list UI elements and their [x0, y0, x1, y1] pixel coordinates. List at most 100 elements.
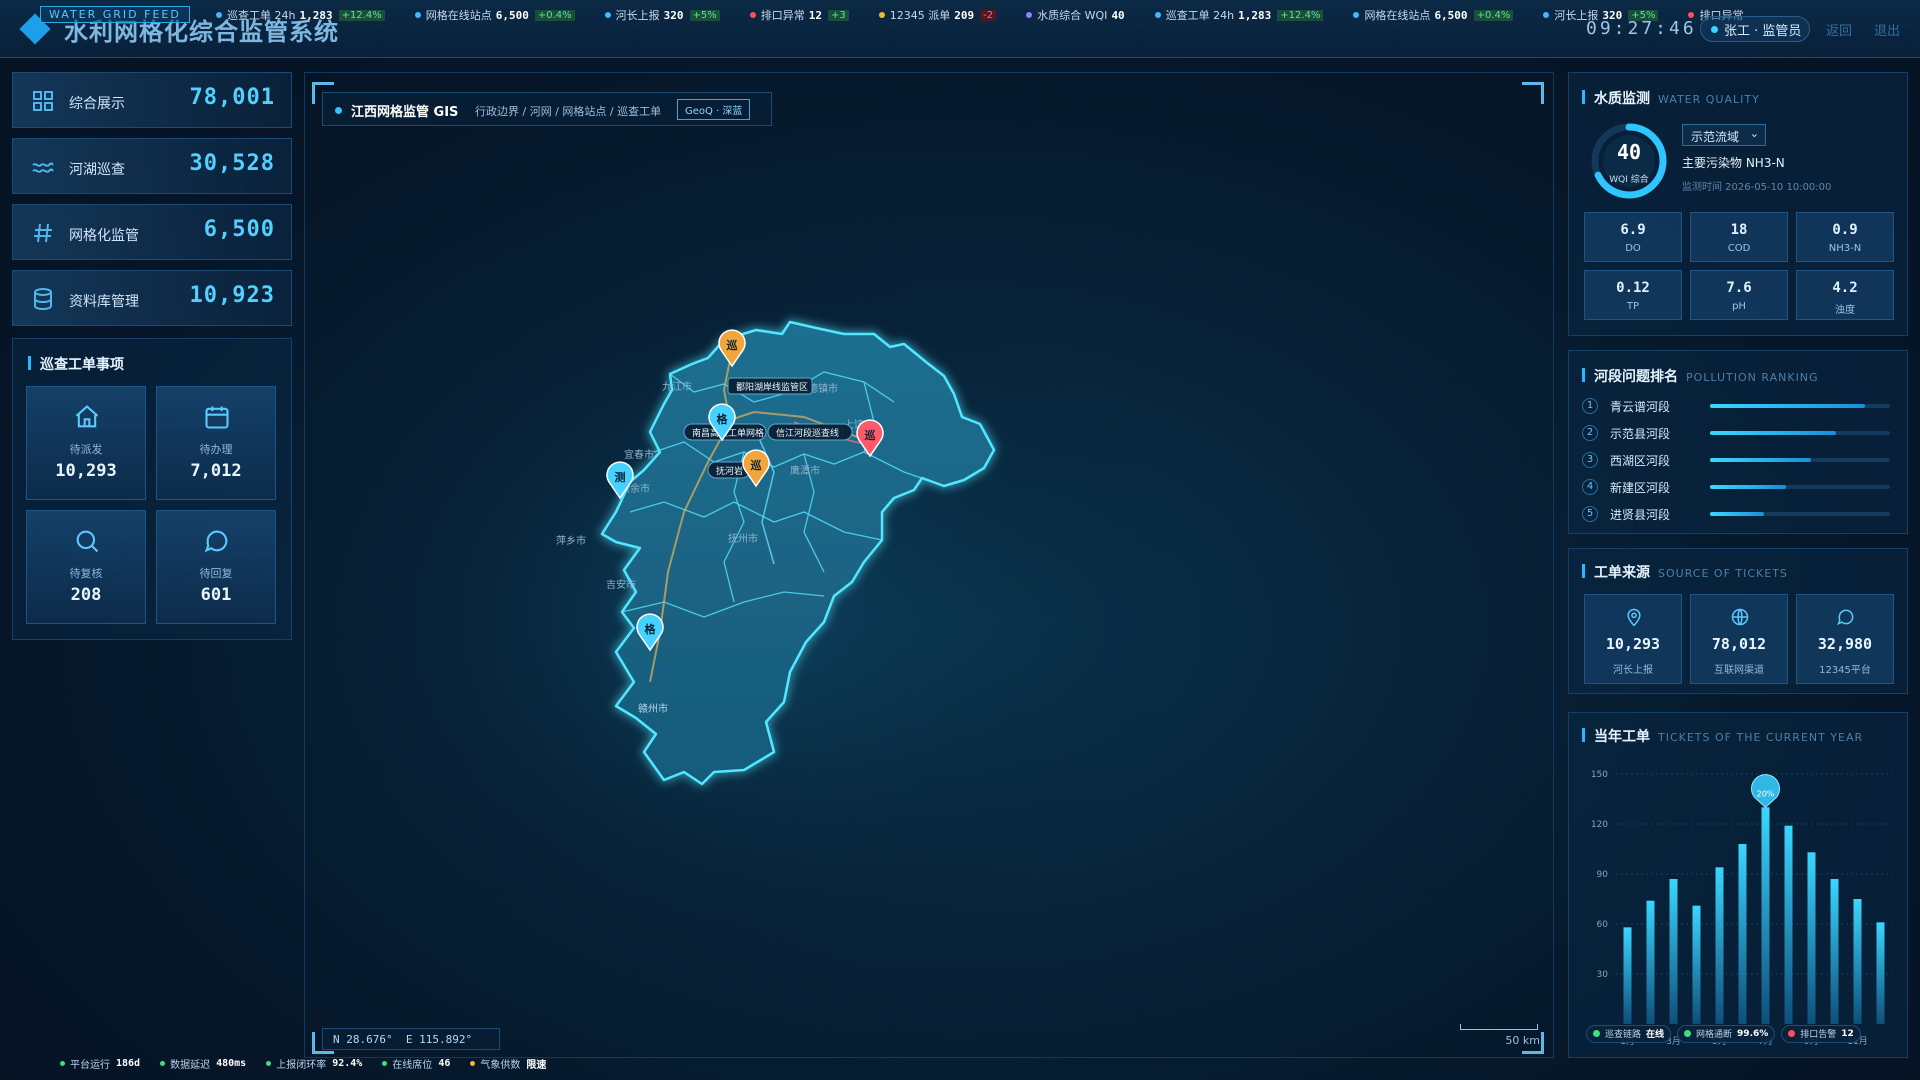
map-breadcrumb: 行政边界 / 河网 / 网格站点 / 巡查工单 — [475, 105, 662, 118]
main-pollutant: 主要污染物 NH3-N — [1682, 156, 1785, 170]
user-menu[interactable]: 张工 · 监管员 — [1700, 16, 1810, 42]
city-label: 九江市 — [662, 380, 692, 393]
legend-item: 巡查链路 在线 — [1586, 1024, 1672, 1043]
water-metric-card: 0.9 NH3-N — [1796, 212, 1894, 262]
rank-number: 1 — [1582, 398, 1598, 414]
y-tick-label: 120 — [1591, 820, 1608, 830]
ticker-dot-icon — [749, 12, 756, 18]
ticker: 巡查工单 24h 1,283 +12.4% 网格在线站点 6,500 +0.4% 河长上报 3… — [216, 7, 1746, 23]
city-label: 抚州市 — [728, 532, 758, 545]
bar-10月 — [1830, 879, 1839, 1024]
water-quality-title: 水质监测 WATER QUALITY — [1582, 88, 1760, 108]
monitor-time: 监测时间 2026-05-10 10:00:00 — [1682, 182, 1832, 193]
work-order-tile[interactable]: 待办理 7,012 — [156, 386, 276, 500]
rank-number: 2 — [1582, 425, 1598, 441]
ticker-dot-icon — [604, 12, 611, 18]
nav-card-label: 资料库管理 — [69, 294, 139, 310]
status-dot-icon — [470, 1061, 476, 1066]
ticker-dot-icon — [216, 12, 222, 18]
legend-label: 网格通断 — [1696, 1030, 1733, 1040]
status-item: 平台运行 186d — [60, 1056, 140, 1071]
metric-value: 0.12 — [1616, 280, 1650, 296]
bar-5月 — [1715, 867, 1724, 1024]
status-item: 上报闭环率 92.4% — [266, 1056, 362, 1071]
ticker-value: 6,500 — [1434, 8, 1468, 22]
scale-bar: 50 km — [1460, 1024, 1540, 1047]
rank-name: 西湖区河段 — [1610, 454, 1671, 468]
work-order-value: 208 — [70, 585, 102, 605]
bar-2月 — [1646, 900, 1655, 1024]
ticker-item: 排口异常 12 +3 — [749, 7, 849, 23]
basemap-source-button[interactable]: GeoQ · 深蓝 — [677, 99, 751, 120]
ranking-row[interactable]: 5 进贤县河段 — [1582, 504, 1892, 522]
hash-icon — [31, 221, 55, 245]
nav-card-label: 河湖巡查 — [69, 162, 125, 178]
nav-card-2[interactable]: 河湖巡查 30,528 — [12, 138, 292, 194]
ranking-title: 河段问题排名 POLLUTION RANKING — [1582, 366, 1819, 386]
ranking-row[interactable]: 2 示范县河段 — [1582, 423, 1892, 441]
source-card[interactable]: 10,293 河长上报 — [1584, 594, 1682, 684]
back-link[interactable]: 返回 — [1826, 20, 1852, 39]
status-item: 在线席位 46 — [382, 1056, 450, 1071]
status-label: 上报闭环率 — [276, 1060, 327, 1071]
basin-select[interactable]: 示范流域 ⌄ — [1682, 124, 1766, 146]
metric-value: 7.6 — [1726, 280, 1752, 296]
ticker-item: 巡查工单 24h 1,283 +12.4% — [216, 7, 385, 23]
metric-value: 6.9 — [1620, 222, 1646, 238]
marker-glyph: 巡 — [751, 458, 762, 472]
metric-label: COD — [1727, 243, 1751, 254]
ranking-row[interactable]: 1 青云谱河段 — [1582, 396, 1892, 414]
legend-dot-icon — [1788, 1030, 1796, 1037]
work-order-tile[interactable]: 待复核 208 — [26, 510, 146, 624]
source-card[interactable]: 32,980 12345平台 — [1796, 594, 1894, 684]
ticker-value: 1,283 — [1238, 8, 1272, 22]
rank-name: 示范县河段 — [1610, 427, 1671, 441]
ticker-label: 河长上报 — [615, 9, 660, 22]
marker-glyph: 巡 — [865, 428, 876, 442]
bar-6月 — [1738, 844, 1747, 1024]
rank-name: 新建区河段 — [1610, 481, 1671, 495]
source-card[interactable]: 78,012 互联网渠道 — [1690, 594, 1788, 684]
ticker-value: 6,500 — [495, 8, 529, 22]
nav-card-4[interactable]: 资料库管理 10,923 — [12, 270, 292, 326]
ticker-value: 12 — [808, 8, 823, 22]
work-order-tile[interactable]: 待派发 10,293 — [26, 386, 146, 500]
nav-card-value: 30,528 — [189, 151, 275, 176]
y-tick-label: 150 — [1591, 770, 1608, 780]
ticker-item: 巡查工单 24h 1,283 +12.4% — [1154, 7, 1324, 23]
legend-value: 99.6% — [1737, 1028, 1769, 1039]
legend-value: 12 — [1841, 1028, 1854, 1039]
jiangxi-map[interactable]: 九江市 景德镇市 上饶市 鹰潭市 宜春市 新余市 萍乡市 抚州市 吉安市 赣州市… — [304, 72, 1554, 1058]
ticker-change: +0.4% — [534, 9, 575, 21]
status-label: 在线席位 — [392, 1060, 433, 1071]
ticker-change: +12.4% — [338, 9, 385, 21]
marker-glyph: 格 — [645, 622, 657, 636]
ticker-label: 12345 派单 — [889, 9, 951, 22]
water-metric-card: 0.12 TP — [1584, 270, 1682, 320]
y-tick-label: 60 — [1597, 920, 1609, 930]
ticker-value: 320 — [663, 8, 684, 22]
wqi-value: 40 — [1616, 140, 1642, 164]
nav-card-1[interactable]: 综合展示 78,001 — [12, 72, 292, 128]
ticker-value: 209 — [954, 8, 975, 22]
metric-value: 4.2 — [1832, 280, 1858, 296]
source-label: 12345平台 — [1819, 665, 1871, 676]
rank-bar-track — [1710, 512, 1890, 516]
tickets-title: 当年工单 TICKETS OF THE CURRENT YEAR — [1582, 726, 1863, 746]
status-value: 46 — [438, 1058, 451, 1069]
logout-link[interactable]: 退出 — [1874, 20, 1900, 39]
metric-value: 0.9 — [1832, 222, 1858, 238]
work-order-label: 待回复 — [199, 567, 233, 580]
nav-card-3[interactable]: 网格化监管 6,500 — [12, 204, 292, 260]
work-order-tile[interactable]: 待回复 601 — [156, 510, 276, 624]
ranking-row[interactable]: 3 西湖区河段 — [1582, 450, 1892, 468]
status-item: 气象供数 限速 — [470, 1056, 546, 1071]
metric-label: 浊度 — [1835, 305, 1855, 316]
callout-label: 抚河岩 — [716, 465, 743, 477]
rank-number: 4 — [1582, 479, 1598, 495]
legend-dot-icon — [1593, 1030, 1600, 1037]
nav-card-value: 6,500 — [203, 217, 275, 242]
metric-label: NH3-N — [1828, 243, 1862, 254]
ranking-row[interactable]: 4 新建区河段 — [1582, 477, 1892, 495]
highlight-label: 20% — [1757, 789, 1775, 798]
